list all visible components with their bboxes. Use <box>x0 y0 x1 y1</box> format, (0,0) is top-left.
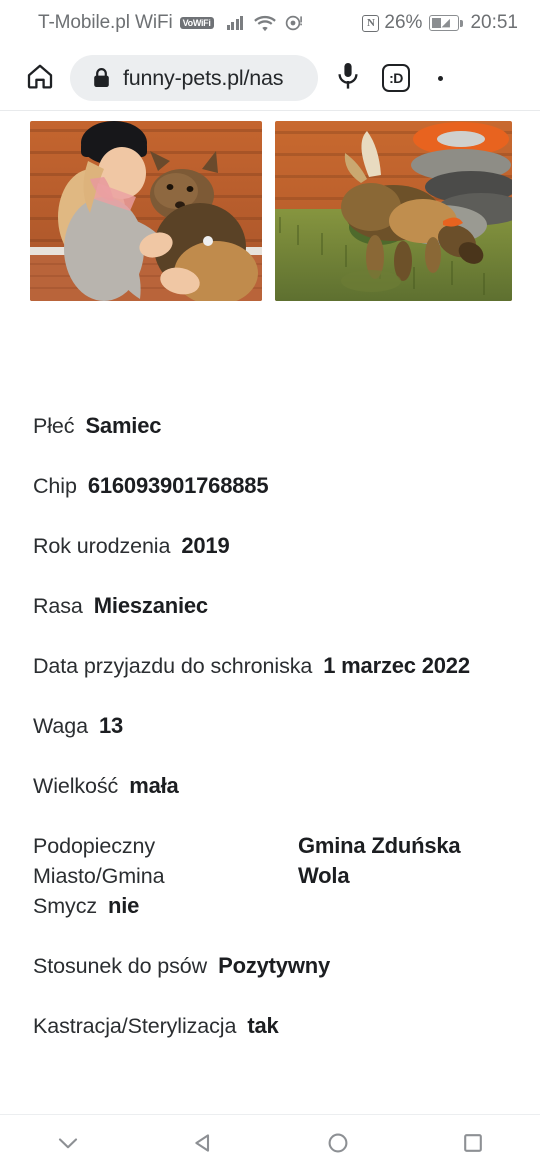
spec-value: 1 marzec 2022 <box>323 653 470 678</box>
spec-value: mała <box>129 773 179 798</box>
microphone-icon <box>335 61 361 96</box>
photo-dog-sniffing-grass[interactable] <box>275 121 512 301</box>
back-triangle-icon <box>190 1130 216 1156</box>
spec-row-kastracja-sterylizacja: Kastracja/Sterylizacja tak <box>0 1011 540 1071</box>
home-icon <box>25 61 55 96</box>
signal-bars-icon <box>226 16 244 30</box>
spec-row-smycz: Smycz nie <box>0 891 540 951</box>
overflow-menu-icon <box>437 75 443 81</box>
carrier-label: T-Mobile.pl WiFi <box>38 12 173 33</box>
pet-details-list: Płeć Samiec Chip 616093901768885 Rok uro… <box>0 411 540 1071</box>
overflow-menu-button[interactable] <box>420 56 460 100</box>
nfc-icon: N <box>362 14 380 32</box>
spec-value: tak <box>247 1013 279 1038</box>
spec-row-rok-urodzenia: Rok urodzenia 2019 <box>0 531 540 591</box>
tab-switcher-icon: :D <box>382 64 410 92</box>
spec-label: Podopieczny Miasto/Gmina <box>33 834 165 888</box>
status-bar: T-Mobile.pl WiFi VoWiFi N 26% ◢ 20:51 <box>0 0 540 46</box>
spec-row-wielkosc: Wielkość mała <box>0 771 540 831</box>
spec-value: 2019 <box>181 533 230 558</box>
android-navigation-bar <box>0 1114 540 1170</box>
battery-percent-label: 26% <box>384 12 423 33</box>
omnibox[interactable]: funny-pets.pl/nas <box>70 55 318 101</box>
browser-toolbar: funny-pets.pl/nas :D <box>0 46 540 110</box>
recents-square-icon <box>460 1130 486 1156</box>
spec-label: Chip <box>33 474 77 498</box>
chevron-down-icon <box>55 1130 81 1156</box>
spec-row-podopieczny-gmina: Podopieczny Miasto/Gmina Gmina Zduńska W… <box>0 831 540 891</box>
spec-row-stosunek-do-psow: Stosunek do psów Pozytywny <box>0 951 540 1011</box>
battery-charging-icon: ◢ <box>429 15 464 31</box>
status-bar-left: T-Mobile.pl WiFi VoWiFi <box>38 12 303 34</box>
url-text: funny-pets.pl/nas <box>123 65 284 90</box>
home-button[interactable] <box>18 56 62 100</box>
spec-row-rasa: Rasa Mieszaniec <box>0 591 540 651</box>
home-button[interactable] <box>270 1115 405 1170</box>
spec-label: Wielkość <box>33 774 119 798</box>
hotspot-icon <box>285 14 303 32</box>
spec-label: Smycz <box>33 894 98 918</box>
back-button[interactable] <box>135 1115 270 1170</box>
recents-button[interactable] <box>405 1115 540 1170</box>
spec-value: Pozytywny <box>218 953 331 978</box>
phone-screen: T-Mobile.pl WiFi VoWiFi N 26% ◢ 20:51 fu… <box>0 0 540 1170</box>
spec-value: Mieszaniec <box>93 593 208 618</box>
spec-row-data-przyjazdu: Data przyjazdu do schroniska 1 marzec 20… <box>0 651 540 711</box>
spec-label: Kastracja/Sterylizacja <box>33 1014 237 1038</box>
spec-row-plec: Płeć Samiec <box>0 411 540 471</box>
home-circle-icon <box>325 1130 351 1156</box>
photo-woman-hugging-dog[interactable] <box>30 121 262 301</box>
spec-value: 13 <box>98 713 124 738</box>
lock-icon <box>92 67 111 89</box>
wifi-icon <box>254 15 276 32</box>
spec-label: Płeć <box>33 414 75 438</box>
clock-label: 20:51 <box>470 12 518 33</box>
vowifi-badge: VoWiFi <box>179 17 214 29</box>
spec-label: Waga <box>33 714 88 738</box>
spec-row-waga: Waga 13 <box>0 711 540 771</box>
voice-search-button[interactable] <box>324 56 372 100</box>
spec-value: Gmina Zduńska Wola <box>298 833 461 888</box>
hide-keyboard-button[interactable] <box>0 1115 135 1170</box>
spec-value: 616093901768885 <box>87 473 269 498</box>
web-page-content: Płeć Samiec Chip 616093901768885 Rok uro… <box>0 110 540 1114</box>
photo-gallery <box>30 121 540 301</box>
spec-label: Data przyjazdu do schroniska <box>33 654 313 678</box>
spec-label: Rok urodzenia <box>33 534 171 558</box>
spec-value: Samiec <box>85 413 162 438</box>
spec-row-chip: Chip 616093901768885 <box>0 471 540 531</box>
spec-label: Rasa <box>33 594 83 618</box>
spec-label: Stosunek do psów <box>33 954 208 978</box>
tab-switcher-button[interactable]: :D <box>372 56 420 100</box>
status-bar-right: N 26% ◢ 20:51 <box>362 12 518 34</box>
spec-value: nie <box>108 893 140 918</box>
